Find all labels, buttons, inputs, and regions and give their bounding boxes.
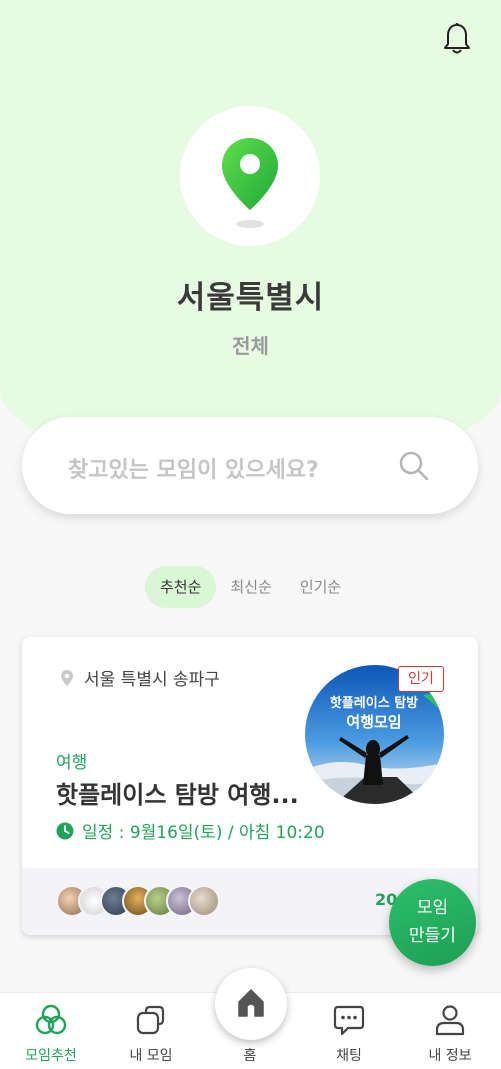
card-schedule-text: 일정 : 9월16일(토) / 아침 10:20 [82,823,325,843]
chat-bubble-icon [333,1005,365,1036]
card-category: 여행 [56,753,88,773]
nav-label: 내 모임 [129,1048,173,1064]
clock-icon [56,822,74,839]
nav-label: 채팅 [336,1048,362,1064]
district-subtitle[interactable]: 전체 [0,330,501,359]
create-meetup-button[interactable]: 모임 만들기 [389,879,476,966]
nav-label: 모임추천 [25,1048,77,1064]
sort-tab-recommended[interactable]: 추천순 [145,566,217,608]
location-pin-badge[interactable] [180,106,320,246]
nav-recommend[interactable]: 모임추천 [1,993,101,1069]
fab-label-line2: 만들기 [409,926,456,946]
sort-tab-latest[interactable]: 최신순 [216,566,285,608]
fab-label-line1: 모임 [416,898,449,918]
nav-chat[interactable]: 채팅 [299,993,399,1069]
avatar [188,885,220,917]
thumbnail-text-line1: 핫플레이스 탐방 [330,695,418,711]
card-location: 서울 특별시 송파구 [60,665,220,690]
circles-icon [35,1004,67,1035]
card-title[interactable]: 핫플레이스 탐방 여행... [56,775,312,810]
location-pin-icon [222,138,278,228]
card-location-text: 서울 특별시 송파구 [84,670,220,690]
nav-label: 홈 [243,1048,257,1064]
home-button[interactable] [215,968,287,1040]
sort-tab-popular[interactable]: 인기순 [286,566,355,608]
nav-label: 내 정보 [428,1048,472,1064]
overlap-squares-icon [136,1005,165,1035]
bell-icon[interactable] [442,22,472,56]
city-title[interactable]: 서울특별시 [0,272,501,317]
search-placeholder[interactable]: 찾고있는 모임이 있으세요? [68,452,319,484]
person-icon [435,1005,465,1036]
map-pin-icon [61,669,73,686]
nav-my-meetups[interactable]: 내 모임 [101,993,201,1069]
popular-badge: 인기 [398,666,444,692]
search-bar[interactable]: 찾고있는 모임이 있으세요? [22,417,478,514]
search-icon[interactable] [398,450,430,482]
home-icon [238,989,264,1017]
thumbnail-text-line2: 여행모임 [346,713,401,731]
sort-tabs: 추천순 최신순 인기순 [145,566,355,608]
card-schedule: 일정 : 9월16일(토) / 아침 10:20 [56,818,325,843]
nav-my-info[interactable]: 내 정보 [400,993,500,1069]
